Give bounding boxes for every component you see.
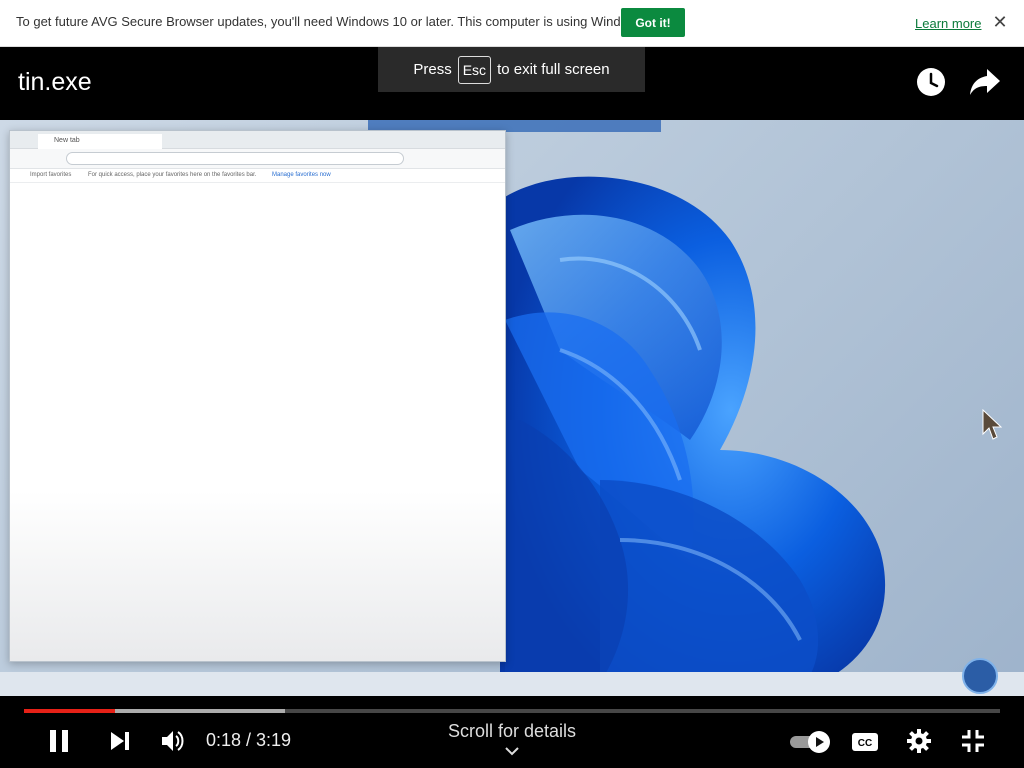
volume-icon — [162, 731, 184, 751]
update-infobar: To get future AVG Secure Browser updates… — [0, 0, 1024, 47]
progress-bar[interactable] — [24, 709, 1000, 713]
next-icon — [111, 732, 129, 750]
inner-tab: New tab — [38, 134, 162, 149]
settings-button[interactable] — [904, 727, 934, 755]
exit-fullscreen-icon — [962, 730, 984, 752]
learn-more-link[interactable]: Learn more — [915, 16, 981, 31]
inner-window-fade — [10, 491, 505, 661]
inner-address-box — [66, 152, 404, 165]
esc-key-badge: Esc — [457, 55, 492, 84]
channel-watermark[interactable] — [962, 658, 998, 694]
close-icon[interactable]: ✕ — [991, 12, 1009, 32]
pause-button[interactable] — [44, 727, 74, 755]
progress-played — [24, 709, 115, 713]
video-frame[interactable]: New tab Import favorites For quick acces… — [0, 120, 1024, 696]
inner-import-favorites: Import favorites — [30, 172, 72, 178]
infobar-message: To get future AVG Secure Browser updates… — [16, 14, 659, 29]
fullscreen-exit-hint: Press Esc to exit full screen — [378, 47, 645, 92]
inner-address-bar — [10, 149, 505, 169]
captions-button[interactable]: CC — [850, 729, 880, 755]
svg-text:CC: CC — [858, 738, 872, 749]
inner-browser-window: New tab Import favorites For quick acces… — [9, 130, 506, 662]
esc-hint-after: to exit full screen — [497, 61, 610, 78]
next-button[interactable] — [106, 727, 134, 755]
video-title: tin.exe — [18, 68, 92, 96]
autoplay-toggle[interactable] — [788, 729, 832, 755]
settings-icon — [907, 729, 931, 753]
inner-favorites-bar: Import favorites For quick access, place… — [10, 169, 505, 183]
got-it-button[interactable]: Got it! — [621, 8, 685, 37]
mouse-cursor-icon — [982, 409, 1002, 440]
chevron-down-icon[interactable] — [503, 745, 521, 757]
captions-icon: CC — [852, 733, 878, 751]
scroll-for-details[interactable]: Scroll for details — [412, 721, 612, 742]
inner-taskbar — [0, 672, 1024, 696]
pause-icon — [50, 730, 68, 752]
volume-button[interactable] — [158, 727, 188, 755]
watch-later-icon[interactable] — [914, 65, 948, 99]
video-player[interactable]: New tab Import favorites For quick acces… — [0, 47, 1024, 768]
time-display: 0:18 / 3:19 — [206, 730, 292, 750]
share-icon[interactable] — [968, 65, 1002, 99]
inner-tab-strip: New tab — [10, 131, 505, 149]
exit-fullscreen-button[interactable] — [958, 727, 988, 755]
esc-hint-before: Press — [413, 61, 452, 78]
inner-favorites-text: For quick access, place your favorites h… — [88, 172, 257, 178]
inner-favorites-link: Manage favorites now — [272, 172, 331, 178]
